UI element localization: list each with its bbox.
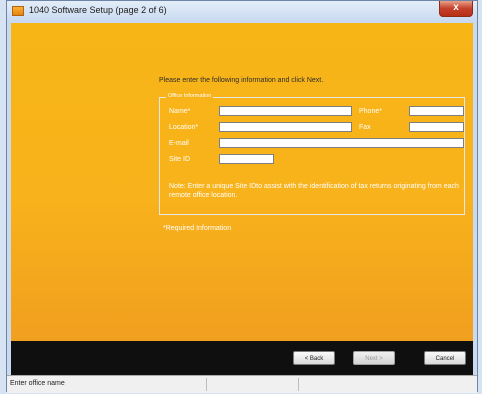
phone-field[interactable] (409, 106, 464, 116)
button-bar: < Back Next > Cancel (11, 341, 473, 375)
site-id-field[interactable] (219, 154, 274, 164)
site-id-note: Note: Enter a unique Site IDto assist wi… (169, 183, 459, 199)
close-button[interactable]: x (439, 1, 473, 17)
status-divider (206, 378, 207, 391)
name-label: Name* (169, 108, 191, 115)
status-divider (298, 378, 299, 391)
fax-field[interactable] (409, 122, 464, 132)
required-info-note: *Required Information (163, 225, 232, 232)
setup-window: 1040 Software Setup (page 2 of 6) x Plea… (6, 0, 478, 393)
location-label: Location* (169, 124, 199, 131)
phone-label: Phone* (359, 108, 382, 115)
fax-label: Fax (359, 124, 371, 131)
back-button[interactable]: < Back (293, 351, 335, 365)
status-bar: Enter office name (7, 375, 477, 393)
window-title: 1040 Software Setup (page 2 of 6) (29, 5, 167, 15)
email-field[interactable] (219, 138, 464, 148)
email-label: E-mail (169, 140, 189, 147)
next-button[interactable]: Next > (353, 351, 395, 365)
instruction-text: Please enter the following information a… (159, 77, 324, 84)
location-field[interactable] (219, 122, 352, 132)
group-title: Office Information (166, 93, 214, 99)
site-id-label: Site ID (169, 156, 191, 163)
content-area: Please enter the following information a… (11, 23, 473, 341)
status-text: Enter office name (10, 380, 65, 387)
app-installer-icon (12, 6, 24, 16)
name-field[interactable] (219, 106, 352, 116)
title-bar[interactable]: 1040 Software Setup (page 2 of 6) x (7, 1, 477, 23)
office-information-group: Office Information Name* Phone* Location… (159, 93, 465, 215)
cancel-button[interactable]: Cancel (424, 351, 466, 365)
